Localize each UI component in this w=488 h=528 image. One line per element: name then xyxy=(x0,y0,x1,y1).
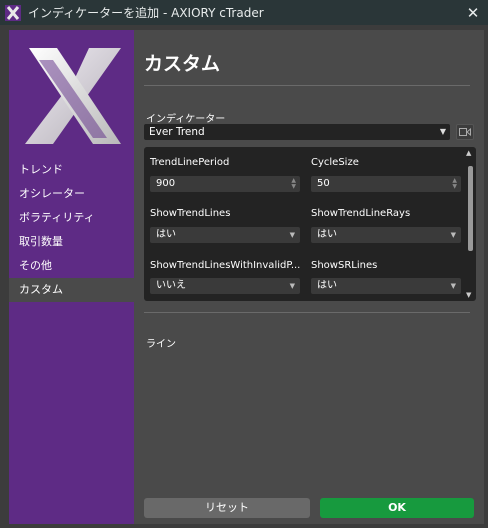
parameters-panel: TrendLinePeriod 900 ▲ ▼ CycleSize 50 ▲ ▼ S… xyxy=(144,147,476,301)
sidebar-item-custom[interactable]: カスタム xyxy=(9,278,134,302)
scrollbar-thumb[interactable] xyxy=(468,166,473,251)
param-label: ShowSRLines xyxy=(311,260,378,271)
page-title: カスタム xyxy=(144,53,221,75)
title-bar: インディケーターを追加 - AXIORY cTrader ✕ xyxy=(0,0,488,25)
indicator-select-value: Ever Trend xyxy=(149,126,205,138)
spinner-icon[interactable]: ▲ ▼ xyxy=(291,178,296,190)
param-value: 50 xyxy=(317,178,330,189)
param-label: TrendLinePeriod xyxy=(150,157,230,168)
line-section-label: ライン xyxy=(146,339,176,350)
reset-button[interactable]: リセット xyxy=(144,498,310,518)
indicator-label: インディケーター xyxy=(146,114,226,125)
param-showsrlines-select[interactable]: はい ▼ xyxy=(311,278,461,294)
chevron-down-icon: ▼ xyxy=(450,282,456,290)
param-showtrendlinerays-select[interactable]: はい ▼ xyxy=(311,227,461,243)
window-title: インディケーターを追加 - AXIORY cTrader xyxy=(28,6,264,20)
chevron-down-icon: ▼ xyxy=(450,231,456,239)
close-icon[interactable]: ✕ xyxy=(458,0,488,25)
sidebar-item-volatility[interactable]: ボラティリティ xyxy=(9,206,134,230)
ok-button[interactable]: OK xyxy=(320,498,474,518)
divider xyxy=(144,85,470,86)
sidebar-item-oscillator[interactable]: オシレーター xyxy=(9,182,134,206)
param-value: はい xyxy=(156,229,176,240)
indicator-select[interactable]: Ever Trend ▼ xyxy=(144,124,450,140)
app-logo-icon xyxy=(5,4,21,21)
sidebar: トレンド オシレーター ボラティリティ 取引数量 その他 カスタム xyxy=(9,30,134,524)
divider xyxy=(144,312,470,313)
scroll-up-icon[interactable]: ▲ xyxy=(466,149,471,157)
main-panel: カスタム インディケーター Ever Trend ▼ TrendLinePeri… xyxy=(134,30,484,524)
param-value: いいえ xyxy=(156,280,186,291)
chevron-down-icon: ▼ xyxy=(289,231,295,239)
param-label: ShowTrendLinesWithInvalidP... xyxy=(150,260,301,271)
param-showtrendlineswithinvalid-select[interactable]: いいえ ▼ xyxy=(150,278,300,294)
param-showtrendlines-select[interactable]: はい ▼ xyxy=(150,227,300,243)
param-trendlineperiod-input[interactable]: 900 ▲ ▼ xyxy=(150,176,300,192)
param-value: 900 xyxy=(156,178,176,189)
sidebar-item-other[interactable]: その他 xyxy=(9,254,134,278)
video-icon-button[interactable] xyxy=(456,124,474,140)
sidebar-item-volume[interactable]: 取引数量 xyxy=(9,230,134,254)
sidebar-item-trend[interactable]: トレンド xyxy=(9,158,134,182)
param-cyclesize-input[interactable]: 50 ▲ ▼ xyxy=(311,176,461,192)
scroll-down-icon[interactable]: ▼ xyxy=(466,291,471,299)
dropdown-arrow-icon: ▼ xyxy=(439,127,446,136)
scrollbar[interactable]: ▲ ▼ xyxy=(464,147,476,301)
chevron-down-icon: ▼ xyxy=(289,282,295,290)
param-value: はい xyxy=(317,229,337,240)
param-value: はい xyxy=(317,280,337,291)
param-label: ShowTrendLines xyxy=(150,208,231,219)
axiory-logo-icon xyxy=(25,48,121,144)
video-icon xyxy=(459,128,471,136)
category-list: トレンド オシレーター ボラティリティ 取引数量 その他 カスタム xyxy=(9,158,134,302)
spinner-icon[interactable]: ▲ ▼ xyxy=(452,178,457,190)
param-label: ShowTrendLineRays xyxy=(311,208,411,219)
param-label: CycleSize xyxy=(311,157,359,168)
